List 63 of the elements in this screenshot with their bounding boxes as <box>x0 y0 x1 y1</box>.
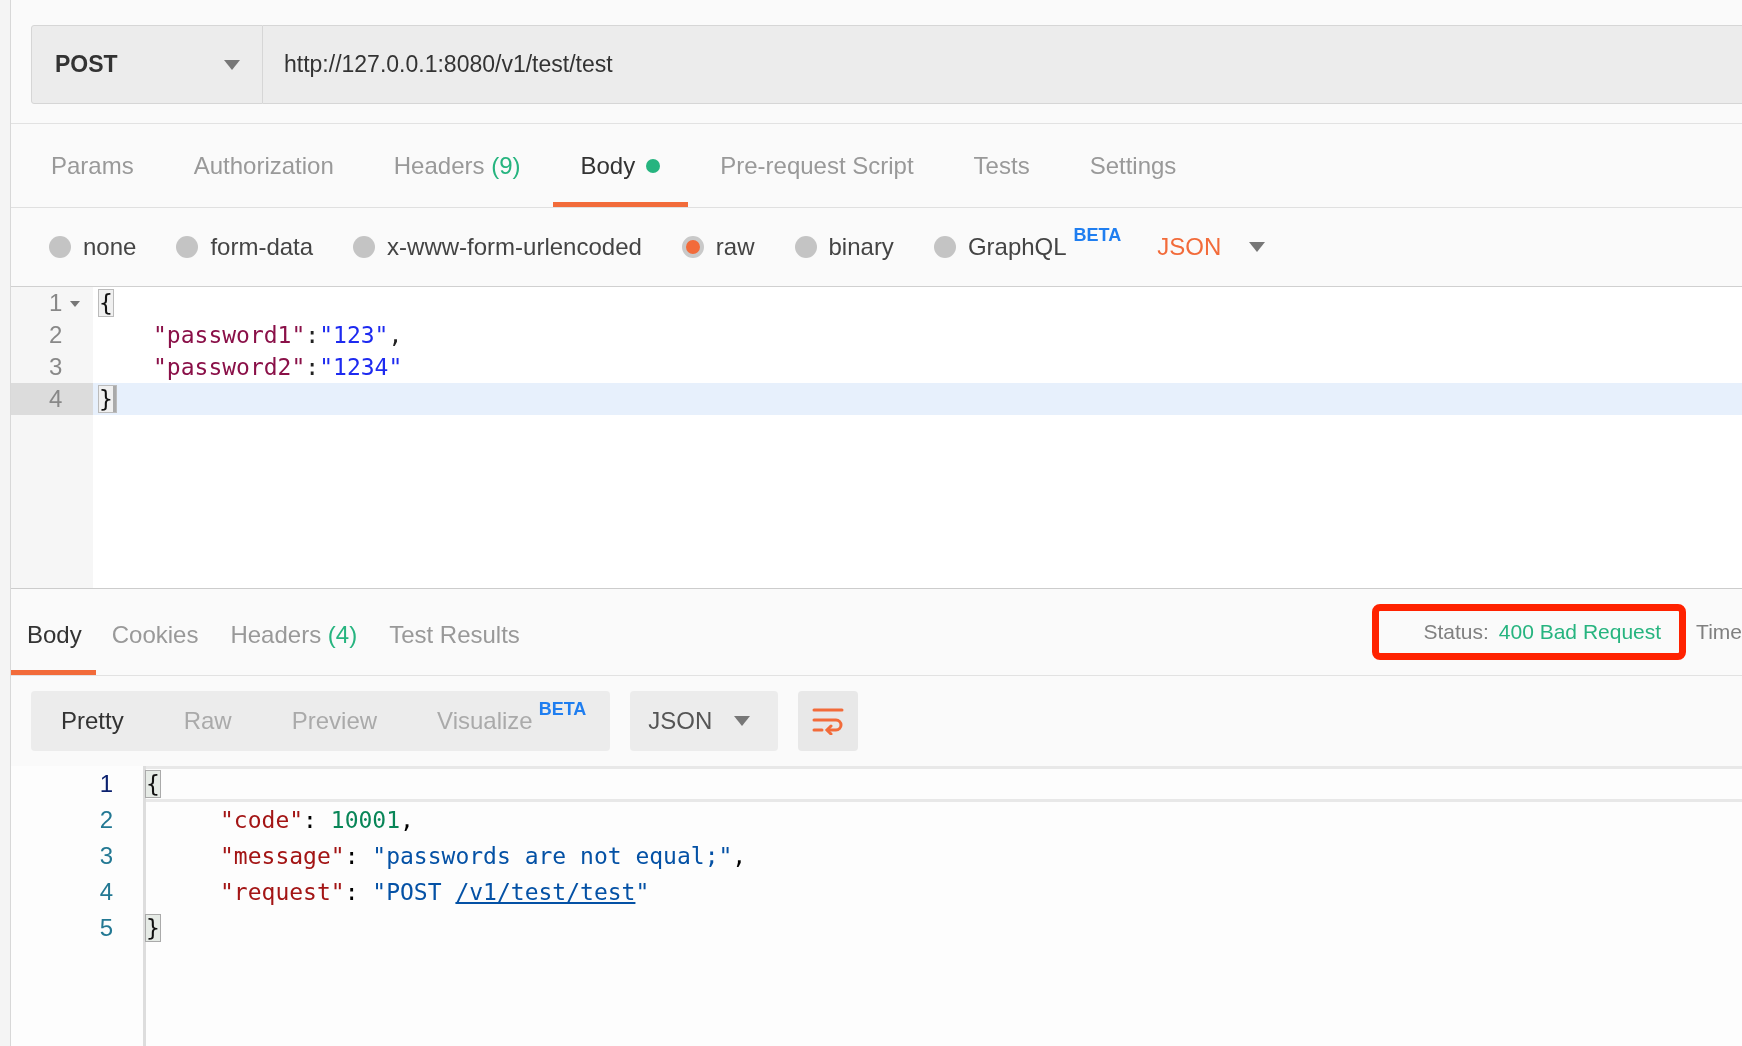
view-mode-tab[interactable]: Visualize $^{BETA}$ <box>437 697 587 745</box>
brace: { <box>146 771 160 797</box>
time-label: Time <box>1696 620 1742 644</box>
punctuation: , <box>400 807 414 833</box>
wrap-icon <box>812 707 845 735</box>
line-number: 2 <box>48 320 64 350</box>
line-number: 1 <box>98 769 114 799</box>
body-type-option[interactable]: binary <box>794 225 894 269</box>
radio-button[interactable] <box>176 236 199 258</box>
response-tab[interactable]: Body <box>11 589 96 675</box>
json-key: "password1" <box>153 322 306 348</box>
line-number: 4 <box>11 383 93 415</box>
radio-button[interactable] <box>794 236 817 258</box>
json-key: "request" <box>220 879 345 905</box>
method-dropdown[interactable]: POST <box>31 25 263 104</box>
line-number: 3 <box>48 352 64 382</box>
json-string: " <box>635 879 650 905</box>
line-number: 3 <box>98 841 114 871</box>
line-number: 2 <box>98 805 114 835</box>
punctuation: : <box>305 354 320 380</box>
json-key: "code" <box>220 807 304 833</box>
body-type-option[interactable]: none <box>49 225 137 269</box>
radio-button[interactable] <box>681 236 704 258</box>
json-string: "POST <box>372 879 443 905</box>
caret-icon <box>224 59 240 70</box>
view-mode-tab[interactable]: Pretty <box>61 697 124 745</box>
punctuation: : <box>303 807 318 833</box>
caret-icon <box>734 716 751 726</box>
punctuation: , <box>732 843 747 869</box>
wrap-lines-button[interactable] <box>798 691 859 751</box>
json-key: "password2" <box>153 354 306 380</box>
brace: } <box>146 915 160 941</box>
fold-icon[interactable] <box>70 301 81 307</box>
body-type-option[interactable]: GraphQL $^{BETA}$ <box>933 225 1122 269</box>
body-type-option[interactable]: x-www-form-urlencoded <box>353 225 642 269</box>
caret-icon <box>1249 242 1266 252</box>
json-number: 10001 <box>330 807 401 833</box>
line-number: 1 <box>11 287 93 319</box>
radio-button[interactable] <box>49 236 71 258</box>
json-string: "1234" <box>319 354 403 380</box>
url-field[interactable]: http://127.0.0.1:8080/v1/test/test <box>263 25 1742 104</box>
punctuation: : <box>344 879 360 905</box>
json-string: "123" <box>319 322 389 348</box>
status-label: Status: <box>1423 620 1489 644</box>
radio-button[interactable] <box>933 236 956 258</box>
punctuation: : <box>305 322 320 348</box>
punctuation: : <box>344 843 360 869</box>
code-editor[interactable]: 1 2 3 4 { "password1":"123", "password2":"1234" } <box>11 286 1742 589</box>
radio-button[interactable] <box>353 236 376 258</box>
request-tab[interactable]: Body <box>552 124 689 207</box>
status-value: 400 Bad Request <box>1498 620 1662 644</box>
format-dropdown[interactable]: JSON <box>630 691 779 751</box>
body-type-option[interactable]: form-data <box>176 225 314 269</box>
body-type-option[interactable]: raw <box>681 225 755 269</box>
punctuation: , <box>388 322 403 348</box>
line-number: 4 <box>98 877 114 907</box>
brace: } <box>99 386 116 412</box>
link[interactable]: /v1/test/test <box>455 879 636 905</box>
line-number: 5 <box>98 913 114 943</box>
brace: { <box>99 290 113 316</box>
json-string: "passwords are not equal;" <box>372 843 733 869</box>
json-key: "message" <box>220 843 345 869</box>
beta-label: BETA <box>1073 225 1122 245</box>
